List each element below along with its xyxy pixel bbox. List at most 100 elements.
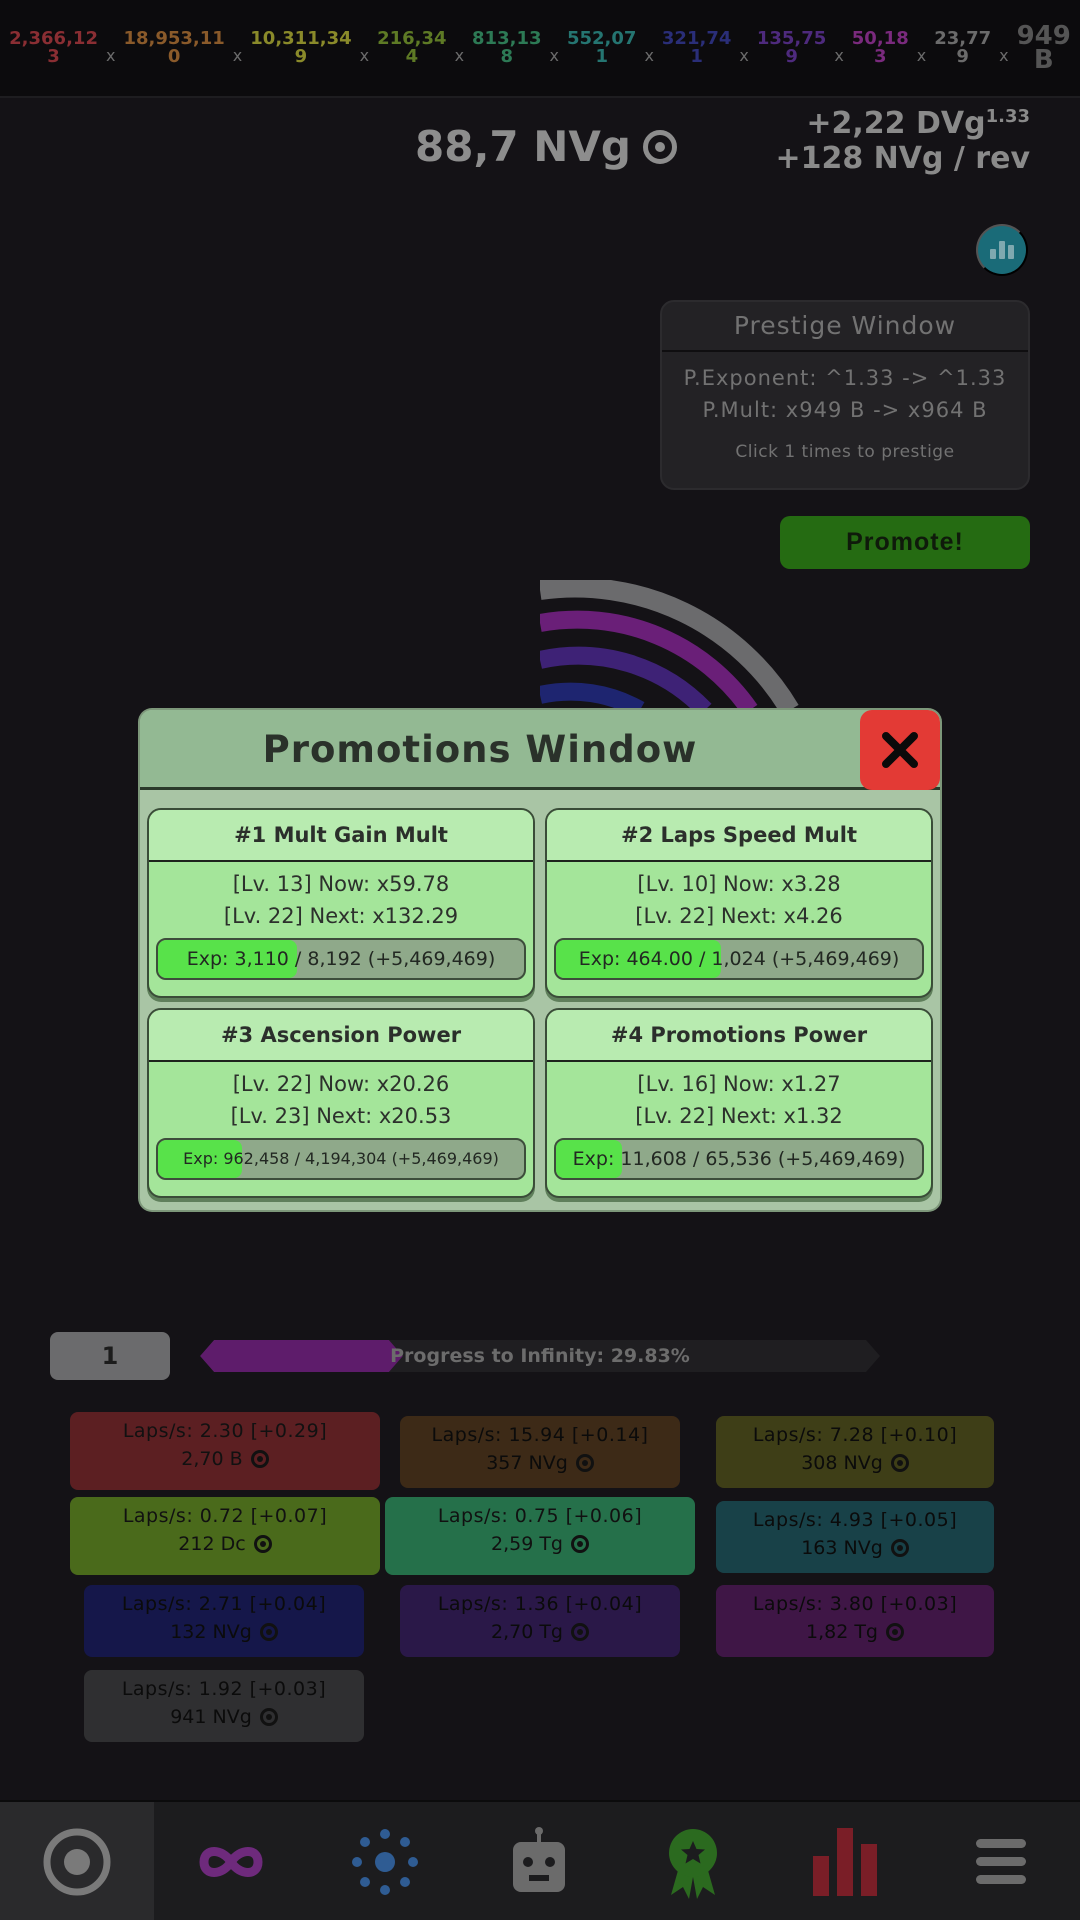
target-icon: [253, 1535, 272, 1553]
exp-text: Exp: 11,608 / 65,536 (+5,469,469): [572, 1148, 906, 1170]
lap-track-arcs: [540, 580, 799, 710]
nav-tab-automation[interactable]: [462, 1802, 616, 1920]
multiplier-separator: x: [454, 45, 465, 65]
laps-card[interactable]: Laps/s: 3.80 [+0.03] 1,82 Tg: [716, 1585, 994, 1657]
laps-rate: Laps/s: 4.93 [+0.05]: [752, 1509, 958, 1531]
laps-card[interactable]: Laps/s: 0.75 [+0.06] 2,59 Tg: [385, 1497, 695, 1575]
nav-tab-constellation[interactable]: [308, 1802, 462, 1920]
target-icon: [571, 1623, 589, 1641]
exp-bar: Exp: 3,110 / 8,192 (+5,469,469): [156, 938, 526, 980]
multiplier-separator: x: [549, 45, 559, 65]
laps-card[interactable]: Laps/s: 15.94 [+0.14] 357 NVg: [400, 1416, 680, 1488]
promotion-title: #2 Laps Speed Mult: [547, 810, 931, 862]
promotion-now: [Lv. 22] Now: x20.26: [232, 1072, 450, 1096]
promotion-card[interactable]: #1 Mult Gain Mult [Lv. 13] Now: x59.78 […: [147, 808, 535, 998]
nav-tab-infinity[interactable]: [154, 1802, 308, 1920]
laps-rate: Laps/s: 15.94 [+0.14]: [431, 1424, 649, 1446]
target-icon: [571, 1535, 589, 1553]
promotion-next: [Lv. 22] Next: x4.26: [635, 904, 843, 928]
stats-button[interactable]: [976, 224, 1028, 276]
bar-chart-icon: [990, 249, 996, 259]
laps-card[interactable]: Laps/s: 0.72 [+0.07] 212 Dc: [70, 1497, 380, 1575]
laps-rate: Laps/s: 3.80 [+0.03]: [752, 1593, 958, 1615]
bottom-nav: [0, 1800, 1080, 1920]
gain-exponent: 1.33: [985, 106, 1030, 127]
laps-card[interactable]: Laps/s: 1.92 [+0.03] 941 NVg: [84, 1670, 364, 1742]
promotion-now: [Lv. 10] Now: x3.28: [637, 872, 841, 896]
multiplier-bar: 2,366,12 3 x 18,953,11 0 x 10,311,34 9 x 21…: [0, 0, 1080, 98]
prestige-click-hint: Click 1 times to prestige: [735, 442, 955, 462]
award-icon: [669, 1829, 717, 1899]
laps-card[interactable]: Laps/s: 2.71 [+0.04] 132 NVg: [84, 1585, 364, 1657]
nav-tab-menu[interactable]: [924, 1802, 1078, 1920]
promotion-title: #3 Ascension Power: [149, 1010, 533, 1062]
laps-value: 212 Dc: [178, 1533, 246, 1555]
laps-rate: Laps/s: 1.92 [+0.03]: [121, 1678, 327, 1700]
currency-amount: 88,7 NVg: [415, 122, 631, 171]
infinity-progress-label: Progress to Infinity: 29.83%: [390, 1345, 690, 1367]
laps-card[interactable]: Laps/s: 4.93 [+0.05] 163 NVg: [716, 1501, 994, 1573]
multiplier-9: 50,18 3: [851, 28, 909, 67]
nav-tab-main[interactable]: [0, 1802, 154, 1920]
laps-rate: Laps/s: 2.30 [+0.29]: [122, 1420, 328, 1442]
target-icon: [642, 129, 677, 164]
target-icon: [886, 1623, 904, 1641]
promotion-card[interactable]: #3 Ascension Power [Lv. 22] Now: x20.26 …: [147, 1008, 535, 1198]
target-icon: [890, 1539, 909, 1557]
bar-chart-icon: [813, 1828, 877, 1896]
laps-rate: Laps/s: 0.75 [+0.06]: [437, 1505, 643, 1527]
promotion-title: #4 Promotions Power: [547, 1010, 931, 1062]
robot-icon: [513, 1827, 565, 1892]
target-icon: [575, 1454, 594, 1472]
multiplier-separator: x: [105, 45, 116, 65]
laps-rate: Laps/s: 1.36 [+0.04]: [437, 1593, 643, 1615]
gain-per-prestige: +2,22 DVg1.33: [806, 106, 1030, 141]
promotion-card[interactable]: #2 Laps Speed Mult [Lv. 10] Now: x3.28 […: [545, 808, 933, 998]
multiplier-separator: x: [739, 45, 749, 65]
laps-card[interactable]: Laps/s: 2.30 [+0.29] 2,70 B: [70, 1412, 380, 1490]
laps-value: 1,82 Tg: [805, 1621, 878, 1643]
target-icon: [259, 1708, 278, 1726]
prestige-title: Prestige Window: [662, 302, 1028, 352]
multiplier-5: 813,13 8: [472, 28, 542, 67]
multiplier-4: 216,34 4: [377, 28, 447, 67]
promotion-next: [Lv. 23] Next: x20.53: [230, 1104, 452, 1128]
multiplier-separator: x: [999, 45, 1009, 65]
laps-value: 941 NVg: [170, 1706, 252, 1728]
multiplier-separator: x: [916, 45, 927, 65]
total-multiplier: 949 B: [1016, 21, 1071, 75]
target-icon: [890, 1454, 909, 1472]
infinity-count-box[interactable]: 1: [50, 1332, 170, 1380]
multiplier-2: 18,953,11 0: [123, 28, 225, 67]
currency-display: 88,7 NVg: [415, 122, 677, 171]
target-icon: [43, 1828, 111, 1896]
target-icon: [250, 1450, 269, 1468]
exp-text: Exp: 3,110 / 8,192 (+5,469,469): [186, 948, 496, 970]
promotions-window-title: Promotions Window: [262, 728, 698, 771]
promote-button[interactable]: Promote!: [780, 516, 1030, 569]
constellation-icon: [352, 1829, 418, 1895]
close-button[interactable]: [860, 710, 940, 790]
promotion-next: [Lv. 22] Next: x132.29: [223, 904, 459, 928]
gain-per-rev: +128 NVg / rev: [775, 141, 1030, 176]
laps-rate: Laps/s: 7.28 [+0.10]: [752, 1424, 958, 1446]
nav-tab-promotions[interactable]: [616, 1802, 770, 1920]
nav-tab-statistics[interactable]: [770, 1802, 924, 1920]
laps-card[interactable]: Laps/s: 7.28 [+0.10] 308 NVg: [716, 1416, 994, 1488]
laps-value: 357 NVg: [486, 1452, 568, 1474]
infinity-progress-row: 1 Progress to Infinity: 29.83%: [50, 1330, 1050, 1382]
exp-text: Exp: 464.00 / 1,024 (+5,469,469): [578, 948, 900, 970]
multiplier-3: 10,311,34 9: [250, 28, 352, 67]
laps-value: 308 NVg: [801, 1452, 883, 1474]
laps-rate: Laps/s: 0.72 [+0.07]: [122, 1505, 328, 1527]
laps-value: 2,70 B: [181, 1448, 243, 1470]
promotion-card[interactable]: #4 Promotions Power [Lv. 16] Now: x1.27 …: [545, 1008, 933, 1198]
arc-blue: [540, 682, 645, 710]
multiplier-separator: x: [359, 45, 370, 65]
menu-icon: [976, 1839, 1026, 1884]
laps-card[interactable]: Laps/s: 1.36 [+0.04] 2,70 Tg: [400, 1585, 680, 1657]
exp-bar: Exp: 464.00 / 1,024 (+5,469,469): [554, 938, 924, 980]
laps-value: 163 NVg: [801, 1537, 883, 1559]
exp-bar: Exp: 962,458 / 4,194,304 (+5,469,469): [156, 1138, 526, 1180]
multiplier-1: 2,366,12 3: [9, 28, 98, 67]
